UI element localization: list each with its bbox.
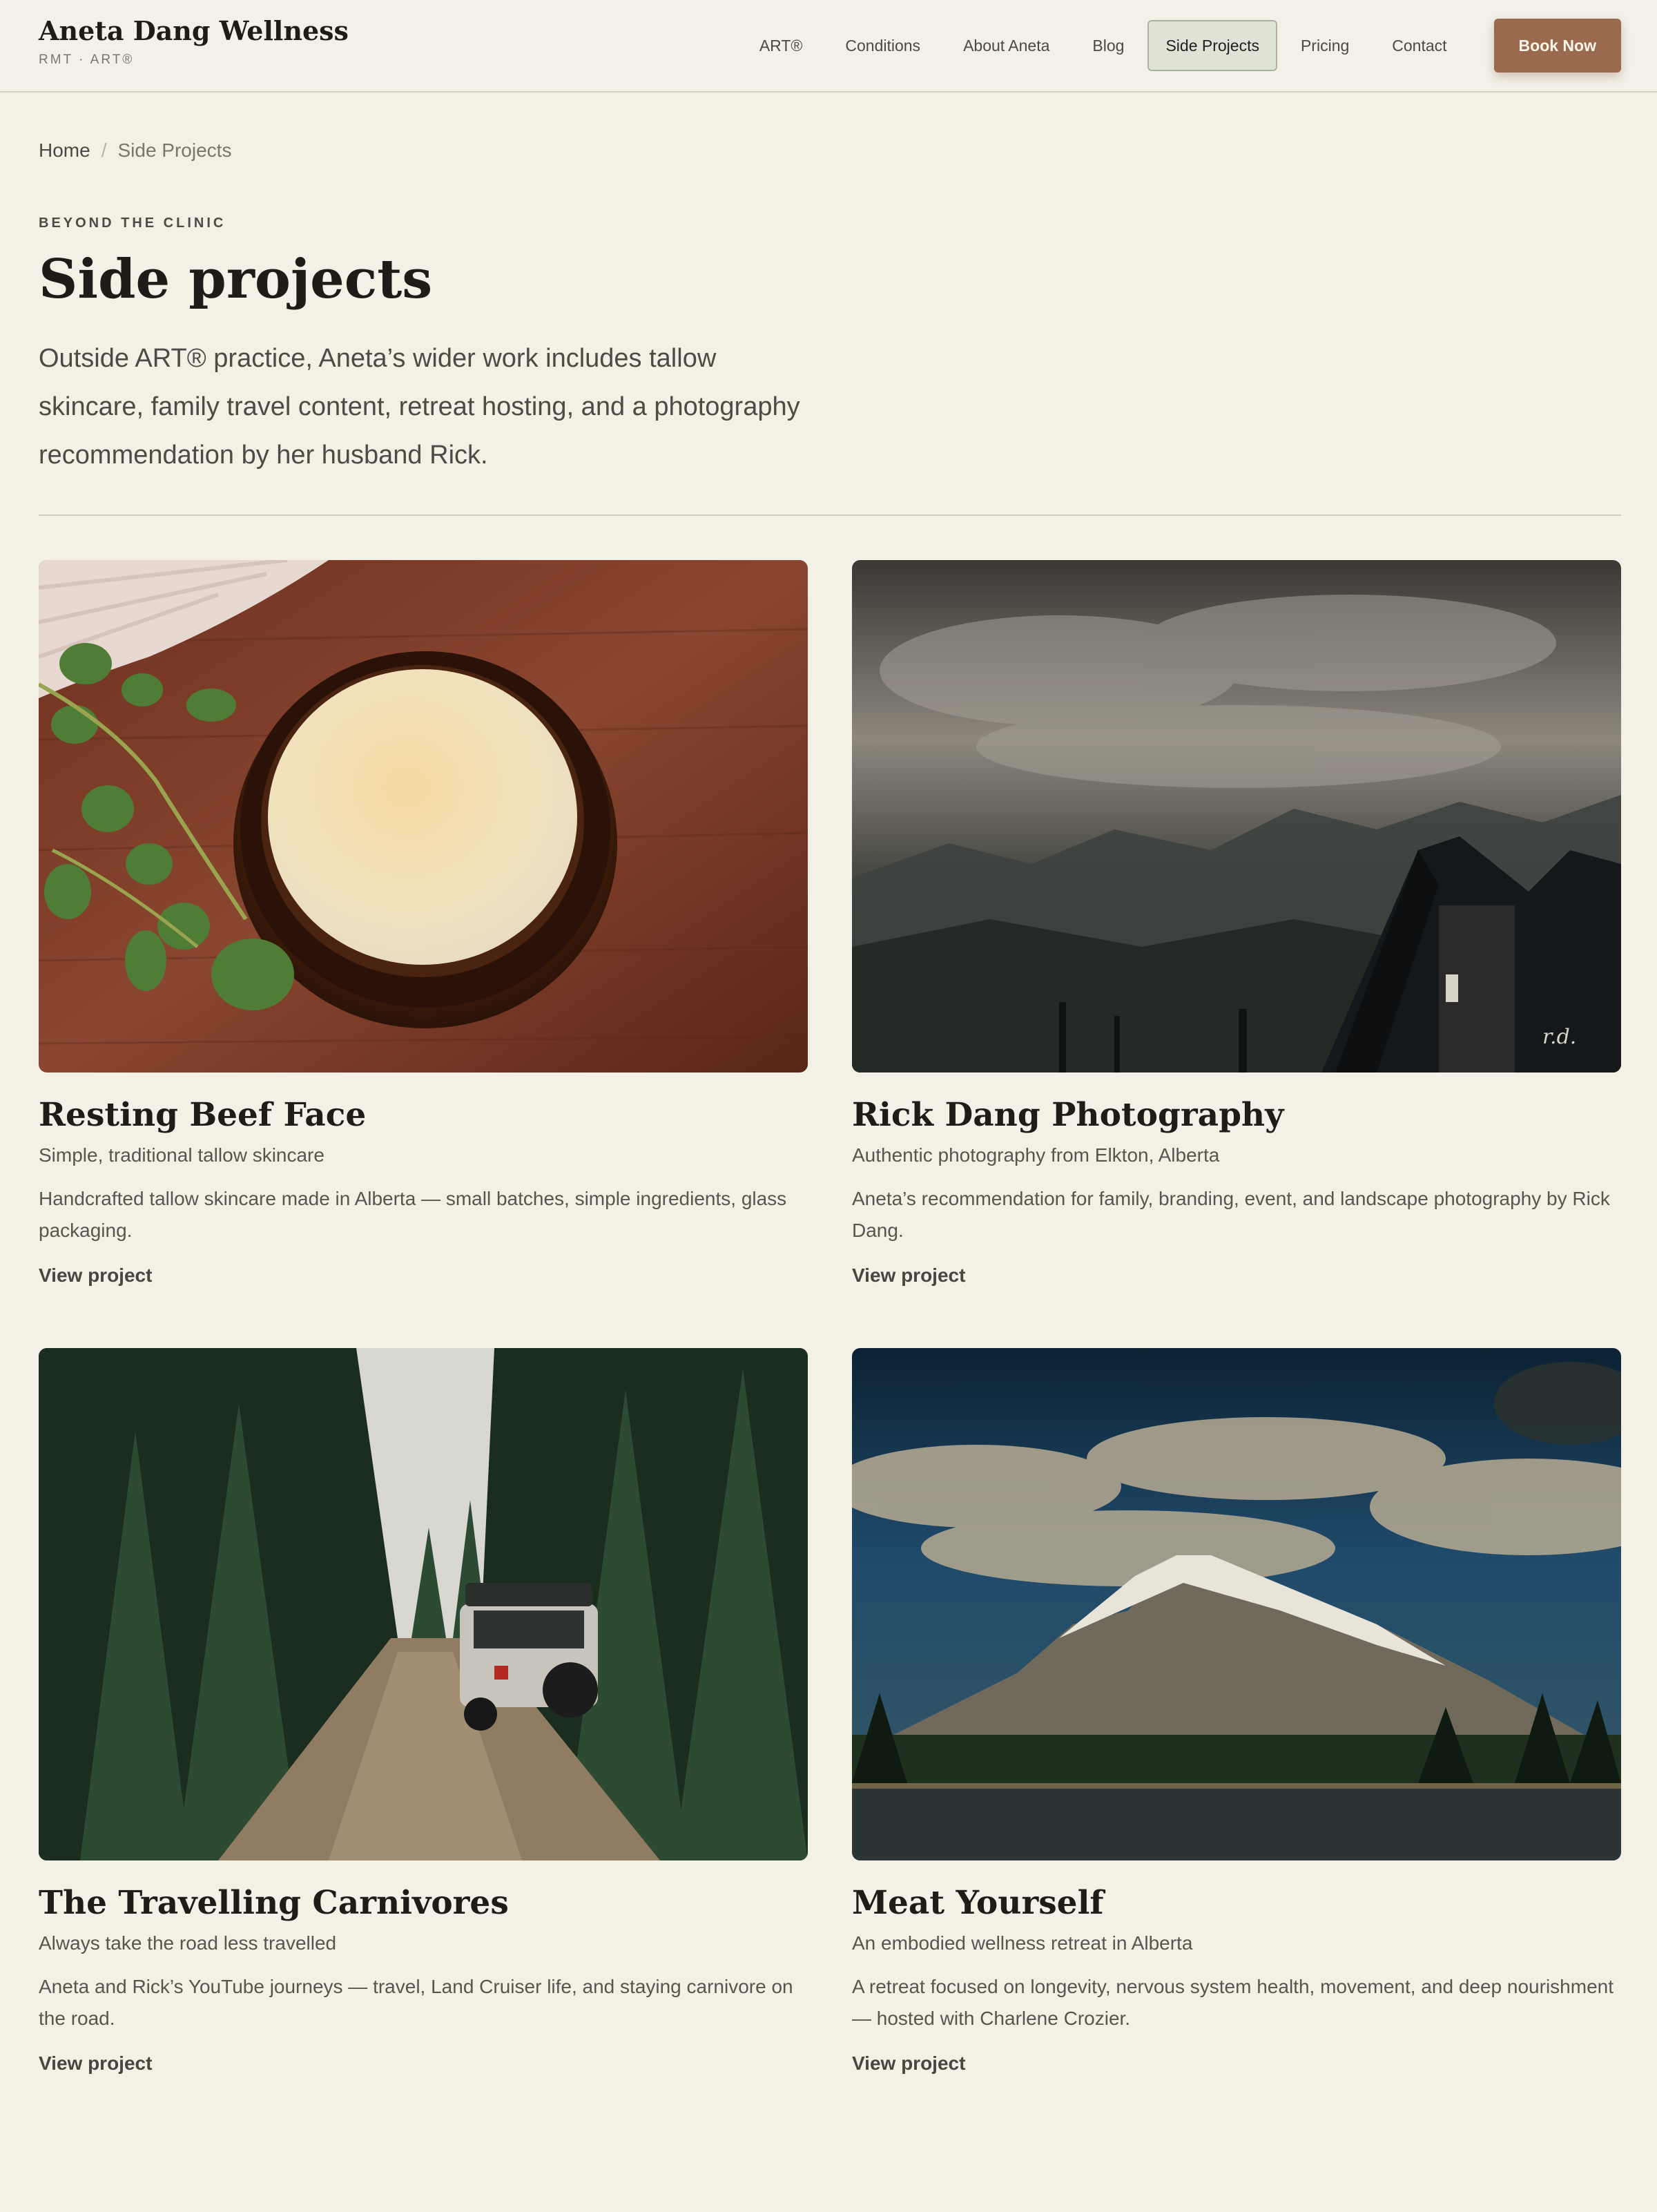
nav-item-contact[interactable]: Contact [1373,20,1466,71]
project-description: A retreat focused on longevity, nervous … [852,1976,1614,2030]
site-header: Aneta Dang Wellness RMT · ART® ART® Cond… [0,0,1657,93]
project-tagline: Always take the road less travelled [39,1932,337,1954]
project-description: Handcrafted tallow skincare made in Albe… [39,1188,787,1242]
section-divider [39,514,1621,516]
nav-item-pricing[interactable]: Pricing [1281,20,1368,71]
project-title[interactable]: Meat Yourself [852,1884,1621,1923]
project-card-resting-beef-face[interactable]: Resting Beef Face Simple, traditional ta… [39,560,808,1287]
project-description: Aneta’s recommendation for family, brand… [852,1188,1610,1242]
project-title[interactable]: Resting Beef Face [39,1096,808,1135]
nav-item-blog[interactable]: Blog [1073,20,1143,71]
svg-text:r.d.: r.d. [1542,1025,1576,1049]
view-project-link[interactable]: View project [852,1264,965,1287]
breadcrumb-home-link[interactable]: Home [39,140,90,161]
project-image-tallow-jar[interactable] [39,560,808,1073]
page-title: Side projects [39,248,433,311]
breadcrumb: Home / Side Projects [39,140,231,162]
project-image-forest-road[interactable] [39,1348,808,1860]
project-card-rick-dang-photography[interactable]: r.d. Rick Dang Photography Authentic pho… [852,560,1621,1287]
view-project-link[interactable]: View project [39,2052,152,2075]
project-card-meat-yourself[interactable]: Meat Yourself An embodied wellness retre… [852,1348,1621,2075]
breadcrumb-separator: / [101,140,107,161]
view-project-link[interactable]: View project [852,2052,965,2075]
nav-item-art[interactable]: ART® [740,20,822,71]
project-tagline: Simple, traditional tallow skincare [39,1144,324,1166]
project-image-mountain-lake[interactable] [852,1348,1621,1860]
project-description: Aneta and Rick’s YouTube journeys — trav… [39,1976,793,2030]
brand-name[interactable]: Aneta Dang Wellness [39,15,349,46]
nav-item-side-projects[interactable]: Side Projects [1147,20,1277,71]
project-tagline: An embodied wellness retreat in Alberta [852,1932,1193,1954]
page-intro: Outside ART® practice, Aneta’s wider wor… [39,344,800,470]
brand-subtitle: RMT · ART® [39,52,135,67]
book-now-button[interactable]: Book Now [1493,19,1621,73]
section-eyebrow: BEYOND THE CLINIC [39,215,226,231]
project-title[interactable]: The Travelling Carnivores [39,1884,808,1923]
project-image-mountain-storm[interactable]: r.d. [852,560,1621,1073]
main-nav: ART® Conditions About Aneta Blog Side Pr… [736,19,1621,73]
project-tagline: Authentic photography from Elkton, Alber… [852,1144,1220,1166]
nav-item-about[interactable]: About Aneta [944,20,1069,71]
breadcrumb-current: Side Projects [117,140,232,161]
view-project-link[interactable]: View project [39,1264,152,1287]
project-card-travelling-carnivores[interactable]: The Travelling Carnivores Always take th… [39,1348,808,2075]
nav-item-conditions[interactable]: Conditions [826,20,940,71]
project-title[interactable]: Rick Dang Photography [852,1096,1621,1135]
